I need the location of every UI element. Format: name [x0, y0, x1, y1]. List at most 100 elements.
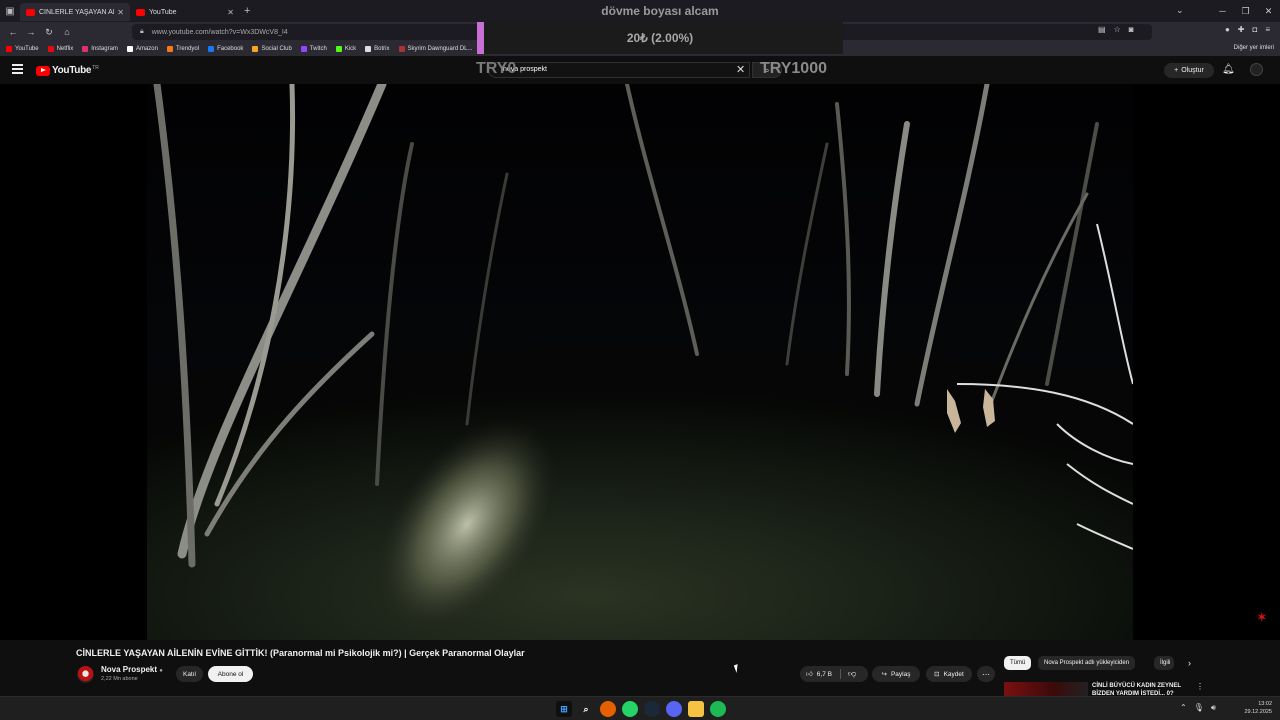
save-button[interactable]: ⊡ Kaydet: [926, 666, 972, 682]
bookmark-icon: ⊡: [934, 671, 940, 678]
join-button[interactable]: Katıl: [176, 666, 203, 682]
plus-icon: +: [1174, 67, 1179, 74]
file-explorer-icon[interactable]: [688, 701, 704, 717]
restore-icon[interactable]: ❐: [1234, 6, 1257, 17]
dislike-icon[interactable]: 👎︎: [848, 669, 856, 679]
list-tabs-chevron-icon[interactable]: ⌄: [1176, 5, 1184, 16]
windows-start-icon[interactable]: ⊞: [556, 701, 572, 717]
bookmark-item[interactable]: Netflix: [47, 46, 74, 52]
subscriber-count: 2,22 Mn abone: [101, 676, 138, 682]
create-button[interactable]: + Oluştur: [1164, 63, 1214, 78]
bookmark-item[interactable]: Social Club: [252, 46, 292, 52]
bookmark-item[interactable]: Trendyol: [166, 46, 199, 52]
other-bookmarks[interactable]: Diğer yer imleri: [1234, 45, 1274, 51]
bookmark-favicon-icon: [335, 46, 342, 52]
verified-icon: ●: [159, 668, 163, 674]
search-input[interactable]: nova prospekt: [488, 62, 750, 78]
notifications-bell-icon[interactable]: 🔔︎: [1222, 64, 1235, 75]
recommendation-more-icon[interactable]: ⋮: [1196, 682, 1204, 691]
bookmark-favicon-icon: [47, 46, 54, 52]
video-player[interactable]: ✶: [0, 84, 1280, 640]
channel-name[interactable]: Nova Prospekt ●: [101, 665, 163, 674]
tab-overview-icon[interactable]: ▣: [0, 0, 20, 22]
extensions-puzzle-icon[interactable]: ✚: [1238, 25, 1245, 34]
more-actions-button[interactable]: ⋯: [977, 666, 995, 682]
menu-icon[interactable]: ≡: [1265, 25, 1270, 34]
bookmark-favicon-icon: [126, 46, 133, 52]
screen: ▣ CİNLERLE YAŞAYAN AİLENİN ✕ YouTube ✕ +…: [0, 0, 1280, 720]
close-window-icon[interactable]: ✕: [1257, 6, 1280, 17]
bookmark-item[interactable]: Twitch: [300, 46, 327, 52]
ground: [147, 344, 1133, 640]
youtube-header: YouTube TR nova prospekt ✕ ⌕ + Oluştur 🔔…: [0, 56, 1280, 84]
tab-youtube[interactable]: YouTube ✕: [130, 3, 240, 21]
close-tab-icon[interactable]: ✕: [227, 8, 234, 17]
video-frame[interactable]: [147, 84, 1133, 640]
extension-icon[interactable]: ●: [1225, 25, 1230, 34]
like-count: 6,7 B: [816, 670, 832, 678]
youtube-logo-text: YouTube: [52, 65, 92, 76]
forward-icon[interactable]: →: [22, 27, 40, 37]
close-tab-icon[interactable]: ✕: [117, 8, 124, 17]
taskbar-clock[interactable]: 13:02 29.12.2025: [1240, 700, 1272, 716]
microphone-icon[interactable]: 🎙︎: [1194, 703, 1204, 713]
account-avatar[interactable]: [1250, 63, 1263, 76]
clear-search-icon[interactable]: ✕: [736, 63, 745, 76]
profile-icon[interactable]: ◘: [1252, 25, 1257, 34]
bookmark-item[interactable]: YouTube: [6, 46, 39, 52]
chip-all[interactable]: Tümü: [1004, 656, 1032, 670]
volume-icon[interactable]: 🔊︎: [1211, 703, 1216, 713]
new-tab-icon[interactable]: +: [244, 5, 250, 17]
clock-time: 13:02: [1258, 701, 1272, 707]
chip-related[interactable]: İlgili: [1154, 656, 1174, 670]
back-icon[interactable]: ←: [4, 27, 22, 37]
channel-avatar[interactable]: [77, 666, 94, 683]
bookmark-item[interactable]: Facebook: [208, 46, 243, 52]
video-title: CİNLERLE YAŞAYAN AİLENİN EVİNE GİTTİK! (…: [76, 648, 525, 658]
guide-menu-icon[interactable]: [12, 64, 23, 76]
youtube-logo[interactable]: YouTube TR: [36, 65, 99, 76]
tab-youtube-label: YouTube: [149, 8, 177, 16]
reader-view-icon[interactable]: ▤: [1098, 25, 1106, 34]
bookmark-item[interactable]: Skyrim Dawnguard DL...: [398, 46, 473, 52]
bookmark-label: Kick: [344, 46, 357, 52]
chip-from-channel[interactable]: Nova Prospekt adlı yükleyiciden: [1038, 656, 1136, 670]
system-tray: ⌃ 🎙︎ 🔊︎: [1180, 703, 1216, 713]
subscribe-button[interactable]: Abone ol: [208, 666, 253, 682]
bookmark-label: Social Club: [261, 46, 292, 52]
bookmark-star-icon[interactable]: ☆: [1114, 25, 1121, 34]
tab-video[interactable]: CİNLERLE YAŞAYAN AİLENİN ✕: [20, 3, 130, 21]
create-label: Oluştur: [1181, 67, 1204, 74]
firefox-icon[interactable]: [600, 701, 616, 717]
search-icon[interactable]: ⌕: [578, 701, 594, 717]
tray-chevron-icon[interactable]: ⌃: [1180, 703, 1187, 713]
like-button[interactable]: 👍︎ 6,7 B 👎︎: [800, 666, 868, 682]
taskbar-apps: ⊞ ⌕: [556, 701, 726, 717]
home-icon[interactable]: ⌂: [58, 27, 76, 37]
bookmark-favicon-icon: [252, 46, 259, 52]
bookmark-label: Netflix: [56, 46, 74, 52]
thumbs-up-icon: 👍︎: [806, 671, 813, 678]
screenshot-icon[interactable]: ◙: [1129, 25, 1134, 34]
steam-icon[interactable]: [644, 701, 660, 717]
bookmark-item[interactable]: Kick: [335, 46, 357, 52]
bookmark-favicon-icon: [6, 46, 12, 52]
spotify-icon[interactable]: [710, 701, 726, 717]
share-button[interactable]: ↪ Paylaş: [872, 666, 920, 682]
lock-icon: 🔒︎: [140, 28, 144, 35]
window-controls: ─ ❐ ✕: [1211, 0, 1280, 22]
whatsapp-icon[interactable]: [622, 701, 638, 717]
recommendation-thumbnail[interactable]: [1004, 682, 1088, 696]
reload-icon[interactable]: ↻: [40, 27, 58, 38]
bookmark-favicon-icon: [82, 46, 89, 52]
chevron-right-icon[interactable]: ›: [1188, 658, 1191, 668]
minimize-icon[interactable]: ─: [1211, 6, 1234, 16]
youtube-favicon-icon: [26, 8, 35, 16]
bookmark-item[interactable]: Amazon: [126, 46, 158, 52]
taskbar: ⊞ ⌕ ⌃ 🎙︎ 🔊︎ 13:02 29.12.2025: [0, 696, 1280, 720]
bookmark-item[interactable]: Botrix: [365, 46, 390, 52]
discord-icon[interactable]: [666, 701, 682, 717]
donation-goal-bar: 20₺ (2.00%): [477, 22, 843, 54]
bookmark-label: Twitch: [309, 46, 327, 52]
bookmark-item[interactable]: Instagram: [82, 46, 118, 52]
